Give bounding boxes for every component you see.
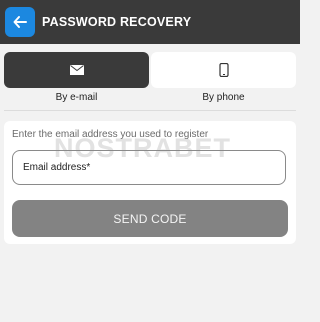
send-code-button[interactable]: SEND CODE [12,200,288,237]
form-hint: Enter the email address you used to regi… [12,129,209,140]
tab-labels: By e-mail By phone [4,92,296,103]
email-placeholder: Email address* [23,162,91,173]
page-title: PASSWORD RECOVERY [42,15,192,29]
envelope-icon [69,65,84,75]
arrow-left-icon [13,16,27,28]
tab-label-email[interactable]: By e-mail [4,92,149,103]
email-field[interactable]: Email address* [12,150,286,185]
tab-by-phone[interactable] [151,52,296,88]
divider [4,110,296,111]
phone-icon [218,63,229,77]
tab-by-email[interactable] [4,52,149,88]
back-button[interactable] [5,7,35,37]
header-bar: PASSWORD RECOVERY [0,0,300,44]
tab-label-phone[interactable]: By phone [151,92,296,103]
recovery-form-card: NOSTRABET Enter the email address you us… [4,121,296,244]
recovery-method-tabs [4,52,296,88]
